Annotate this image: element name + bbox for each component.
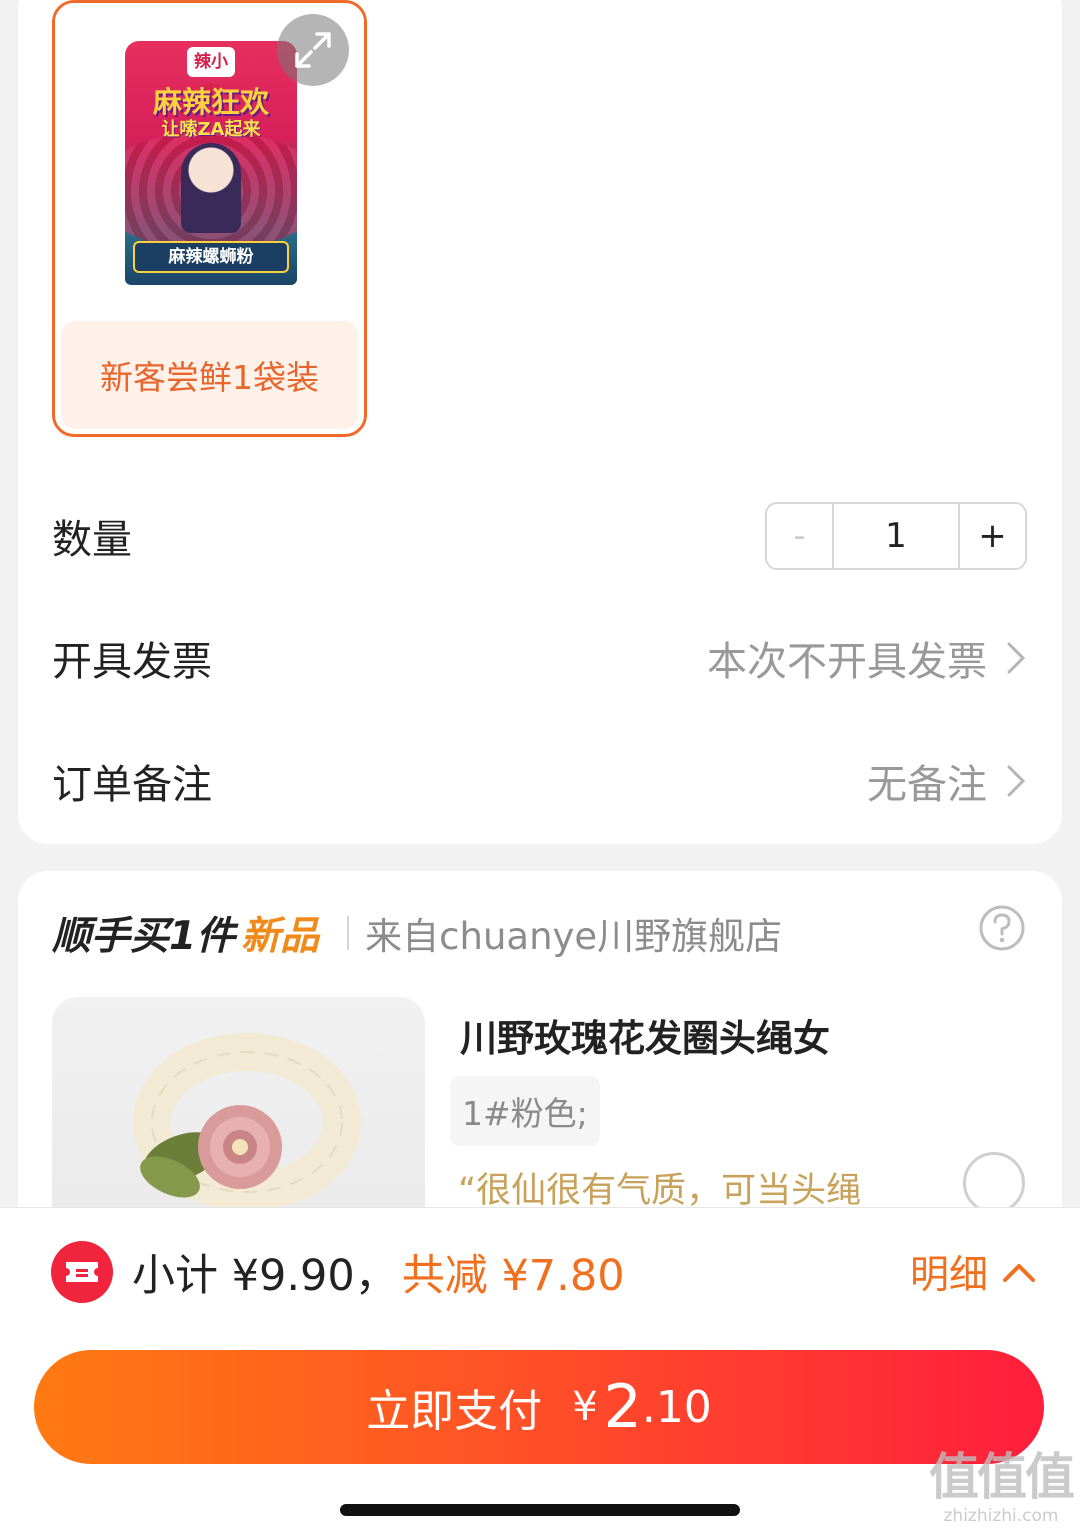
price-summary: 小计 ¥9.90， 共减 ¥7.80 bbox=[132, 1240, 625, 1304]
site-watermark: 值值值 zhizhizhi.com bbox=[926, 1450, 1076, 1528]
pay-amount-decimal: .10 bbox=[641, 1381, 712, 1433]
addon-product-title[interactable]: 川野玫瑰花发圈头绳女 bbox=[460, 1008, 830, 1062]
subtotal-text: 小计 ¥9.90， bbox=[132, 1251, 398, 1301]
addon-shop-name[interactable]: 来自chuanye川野旗舰店 bbox=[365, 906, 782, 960]
remark-value-group: 无备注 bbox=[867, 752, 1027, 810]
chevron-right-icon bbox=[1007, 642, 1026, 674]
pay-now-button[interactable]: 立即支付 ¥ 2 .10 bbox=[34, 1350, 1044, 1464]
sku-label: 新客尝鲜1袋装 bbox=[100, 358, 319, 397]
package-character bbox=[181, 143, 241, 233]
package-logo: 辣小言 bbox=[187, 47, 235, 102]
quantity-plus-button[interactable]: + bbox=[958, 504, 1025, 568]
coupon-icon bbox=[51, 1241, 113, 1303]
addon-header: 顺手买1件 新品 来自chuanye川野旗舰店 bbox=[52, 902, 782, 964]
invoice-row[interactable]: 开具发票 本次不开具发票 bbox=[52, 618, 1027, 698]
addon-product-spec[interactable]: 1#粉色; bbox=[450, 1076, 600, 1146]
package-subline: 让嗦ZA起来 bbox=[161, 119, 261, 140]
pay-label: 立即支付 bbox=[366, 1386, 543, 1437]
remark-row[interactable]: 订单备注 无备注 bbox=[52, 741, 1027, 821]
help-icon[interactable] bbox=[978, 904, 1026, 952]
quantity-minus-button[interactable]: - bbox=[767, 504, 834, 568]
chevron-right-icon bbox=[1007, 765, 1026, 797]
invoice-label: 开具发票 bbox=[52, 639, 212, 685]
quantity-row: 数量 - 1 + bbox=[52, 496, 1027, 576]
quantity-label: 数量 bbox=[52, 517, 132, 563]
savings-text: 共减 ¥7.80 bbox=[401, 1251, 625, 1301]
invoice-value-group: 本次不开具发票 bbox=[707, 629, 1027, 687]
chevron-up-icon bbox=[1003, 1264, 1036, 1282]
pay-amount-integer: 2 bbox=[603, 1372, 642, 1442]
addon-title: 顺手买1件 bbox=[52, 914, 236, 959]
pay-currency: ¥ bbox=[572, 1384, 598, 1430]
home-indicator[interactable] bbox=[340, 1504, 740, 1516]
addon-product-review: “很仙很有气质，可当头绳 bbox=[458, 1171, 862, 1211]
product-package-image: 辣小言 麻辣狂欢 让嗦ZA起来 麻辣螺蛳粉 bbox=[125, 41, 297, 285]
quantity-stepper: - 1 + bbox=[765, 502, 1027, 570]
watermark-cn: 值值值 bbox=[929, 1448, 1075, 1506]
expand-icon bbox=[295, 32, 331, 68]
remark-label: 订单备注 bbox=[52, 762, 212, 808]
detail-label: 明细 bbox=[910, 1253, 989, 1298]
expand-image-button[interactable] bbox=[277, 14, 349, 86]
remark-value: 无备注 bbox=[867, 762, 987, 808]
addon-new-badge: 新品 bbox=[241, 914, 320, 959]
quantity-value[interactable]: 1 bbox=[834, 504, 958, 568]
sku-label-container: 新客尝鲜1袋装 bbox=[61, 321, 358, 429]
price-detail-toggle[interactable]: 明细 bbox=[910, 1240, 1036, 1304]
package-band: 麻辣螺蛳粉 bbox=[133, 241, 289, 273]
watermark-en: zhizhizhi.com bbox=[943, 1506, 1059, 1526]
addon-select-radio[interactable] bbox=[963, 1152, 1025, 1214]
invoice-value: 本次不开具发票 bbox=[707, 639, 987, 685]
header-divider bbox=[347, 916, 350, 950]
